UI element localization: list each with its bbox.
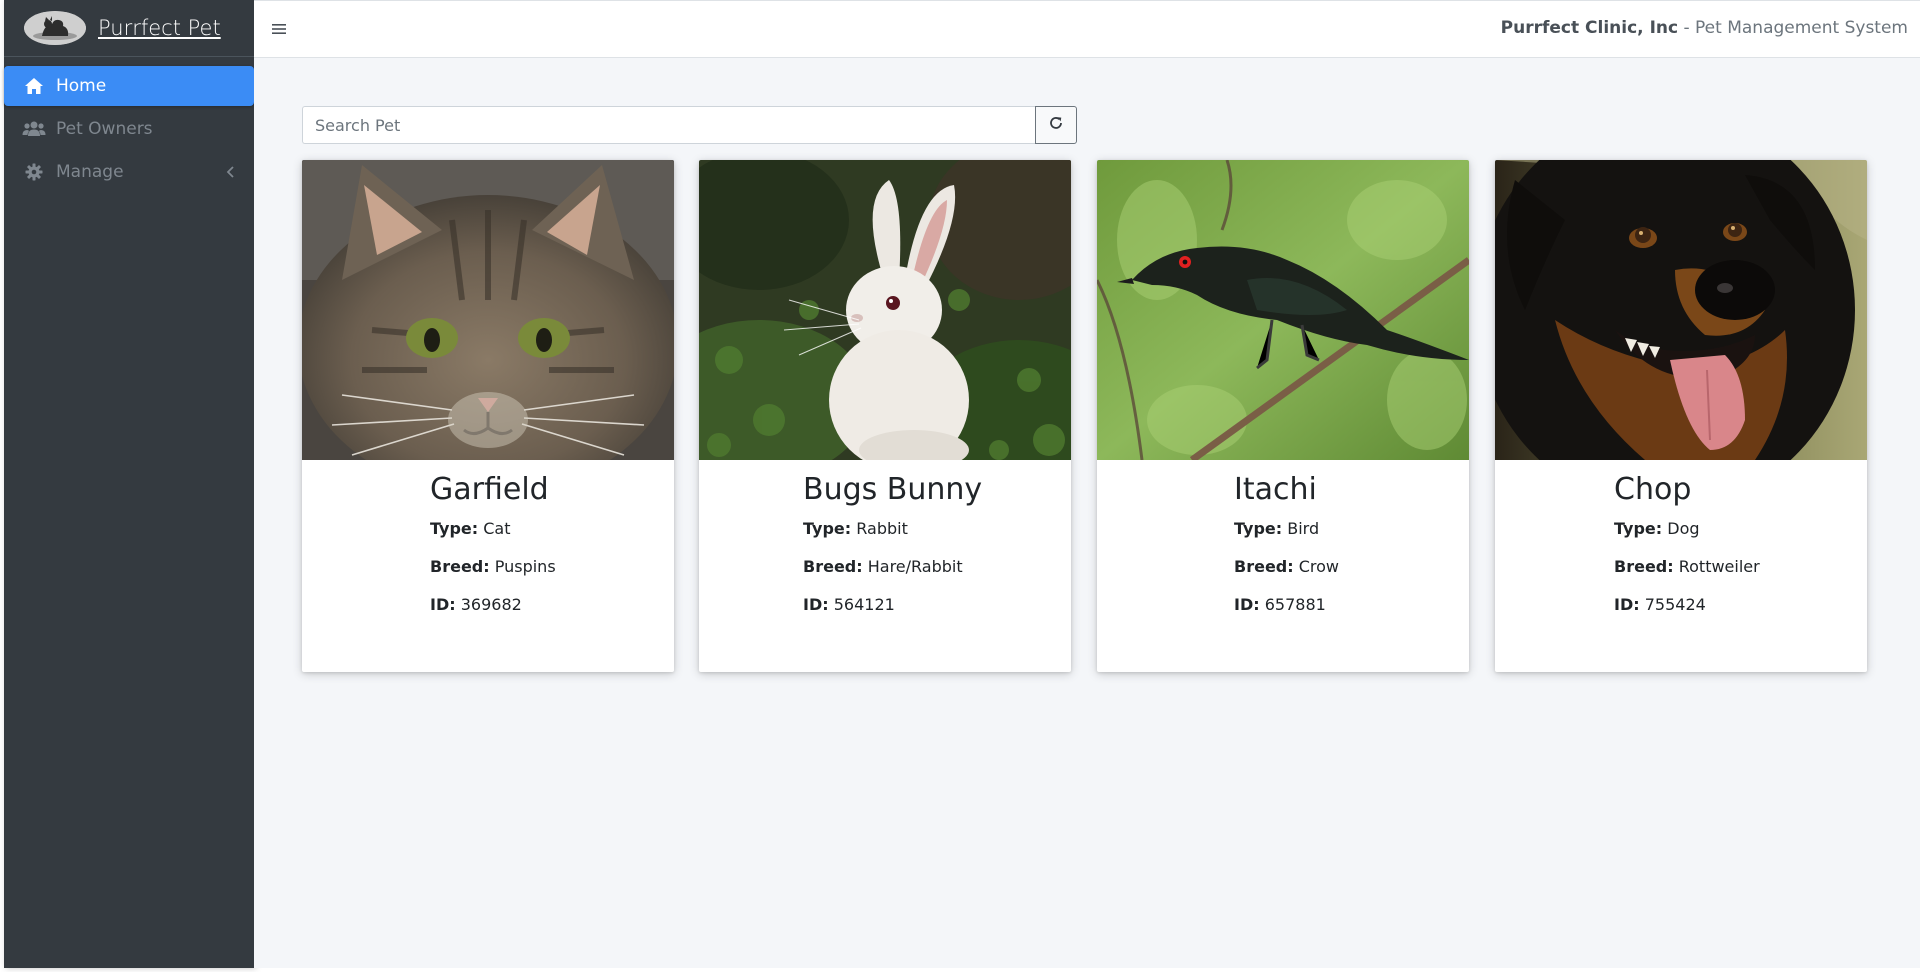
pet-breed: Breed: Hare/Rabbit (803, 557, 982, 576)
pet-card-grid: Garfield Type: Cat Breed: Puspins ID: 36… (302, 160, 1872, 672)
sidebar-item-label: Pet Owners (56, 119, 153, 139)
sidebar-item-home[interactable]: Home (4, 66, 254, 106)
users-icon (22, 119, 46, 139)
top-navbar: Purrfect Clinic, Inc - Pet Management Sy… (254, 0, 1920, 58)
breed-value: Rottweiler (1678, 557, 1760, 576)
type-label: Type: (1234, 519, 1283, 538)
search-input[interactable] (302, 106, 1035, 144)
pet-breed: Breed: Rottweiler (1614, 557, 1760, 576)
pet-card-chop[interactable]: Chop Type: Dog Breed: Rottweiler ID: 755… (1495, 160, 1867, 672)
refresh-icon (1048, 115, 1064, 135)
system-name: Pet Management System (1695, 18, 1908, 38)
type-label: Type: (430, 519, 479, 538)
sidebar-item-pet-owners[interactable]: Pet Owners (4, 109, 254, 149)
id-value: 564121 (833, 595, 895, 614)
pet-card-garfield[interactable]: Garfield Type: Cat Breed: Puspins ID: 36… (302, 160, 674, 672)
home-icon (22, 76, 46, 96)
id-label: ID: (1234, 595, 1260, 614)
brand-link[interactable]: Purrfect Pet (4, 0, 254, 57)
pet-type: Type: Bird (1234, 519, 1339, 538)
breed-value: Crow (1298, 557, 1340, 576)
pet-type: Type: Dog (1614, 519, 1760, 538)
org-name: Purrfect Clinic, Inc (1500, 18, 1679, 38)
breed-label: Breed: (430, 557, 490, 576)
breed-label: Breed: (1614, 557, 1674, 576)
gear-icon (22, 162, 46, 182)
id-label: ID: (803, 595, 829, 614)
pet-photo-bird (1097, 160, 1469, 460)
pet-card-bugs-bunny[interactable]: Bugs Bunny Type: Rabbit Breed: Hare/Rabb… (699, 160, 1071, 672)
pet-name: Bugs Bunny (803, 472, 983, 507)
pet-name: Chop (1614, 472, 1692, 507)
pet-type: Type: Cat (430, 519, 556, 538)
hamburger-icon[interactable] (268, 18, 290, 40)
breed-label: Breed: (1234, 557, 1294, 576)
pet-info: Chop Type: Dog Breed: Rottweiler ID: 755… (1614, 472, 1760, 633)
type-value: Cat (483, 519, 511, 538)
sidebar-item-label: Home (56, 76, 107, 96)
pet-id: ID: 369682 (430, 595, 556, 614)
type-value: Dog (1667, 519, 1700, 538)
pet-info: Garfield Type: Cat Breed: Puspins ID: 36… (430, 472, 556, 633)
breed-label: Breed: (803, 557, 863, 576)
type-label: Type: (1614, 519, 1663, 538)
pet-card-body: Bugs Bunny Type: Rabbit Breed: Hare/Rabb… (699, 460, 1071, 672)
pet-card-body: Itachi Type: Bird Breed: Crow ID: 657881 (1097, 460, 1469, 672)
pet-info: Bugs Bunny Type: Rabbit Breed: Hare/Rabb… (803, 472, 982, 633)
main-content: Garfield Type: Cat Breed: Puspins ID: 36… (254, 58, 1920, 968)
search-group (302, 106, 1077, 144)
pet-silhouette-logo (24, 11, 86, 45)
pet-name: Garfield (430, 472, 549, 507)
pet-breed: Breed: Crow (1234, 557, 1339, 576)
sidebar-nav: Home Pet Owners Manage (4, 66, 254, 192)
type-value: Rabbit (856, 519, 908, 538)
brand-name[interactable]: Purrfect Pet (98, 16, 221, 40)
pet-photo-rabbit (699, 160, 1071, 460)
pet-breed: Breed: Puspins (430, 557, 556, 576)
sidebar-item-label: Manage (56, 162, 124, 182)
chevron-left-icon (222, 162, 240, 182)
pet-photo-cat (302, 160, 674, 460)
title-separator: - (1678, 18, 1696, 38)
pet-card-body: Chop Type: Dog Breed: Rottweiler ID: 755… (1495, 460, 1867, 672)
id-value: 657881 (1264, 595, 1326, 614)
sidebar-item-manage[interactable]: Manage (4, 152, 254, 192)
system-title: Purrfect Clinic, Inc - Pet Management Sy… (1501, 18, 1908, 38)
sidebar: Purrfect Pet Home Pet Owners Manage (4, 0, 254, 968)
type-value: Bird (1287, 519, 1320, 538)
pet-photo-dog (1495, 160, 1867, 460)
pet-id: ID: 657881 (1234, 595, 1339, 614)
refresh-button[interactable] (1035, 106, 1077, 144)
pet-name: Itachi (1234, 472, 1317, 507)
pet-card-body: Garfield Type: Cat Breed: Puspins ID: 36… (302, 460, 674, 672)
id-label: ID: (430, 595, 456, 614)
pet-info: Itachi Type: Bird Breed: Crow ID: 657881 (1234, 472, 1339, 633)
id-value: 755424 (1644, 595, 1706, 614)
pet-id: ID: 755424 (1614, 595, 1760, 614)
id-label: ID: (1614, 595, 1640, 614)
id-value: 369682 (460, 595, 522, 614)
breed-value: Puspins (494, 557, 556, 576)
pet-type: Type: Rabbit (803, 519, 982, 538)
app-root: Purrfect Pet Home Pet Owners Manage Purr… (0, 0, 1920, 972)
type-label: Type: (803, 519, 852, 538)
pet-id: ID: 564121 (803, 595, 982, 614)
breed-value: Hare/Rabbit (867, 557, 963, 576)
pet-card-itachi[interactable]: Itachi Type: Bird Breed: Crow ID: 657881 (1097, 160, 1469, 672)
